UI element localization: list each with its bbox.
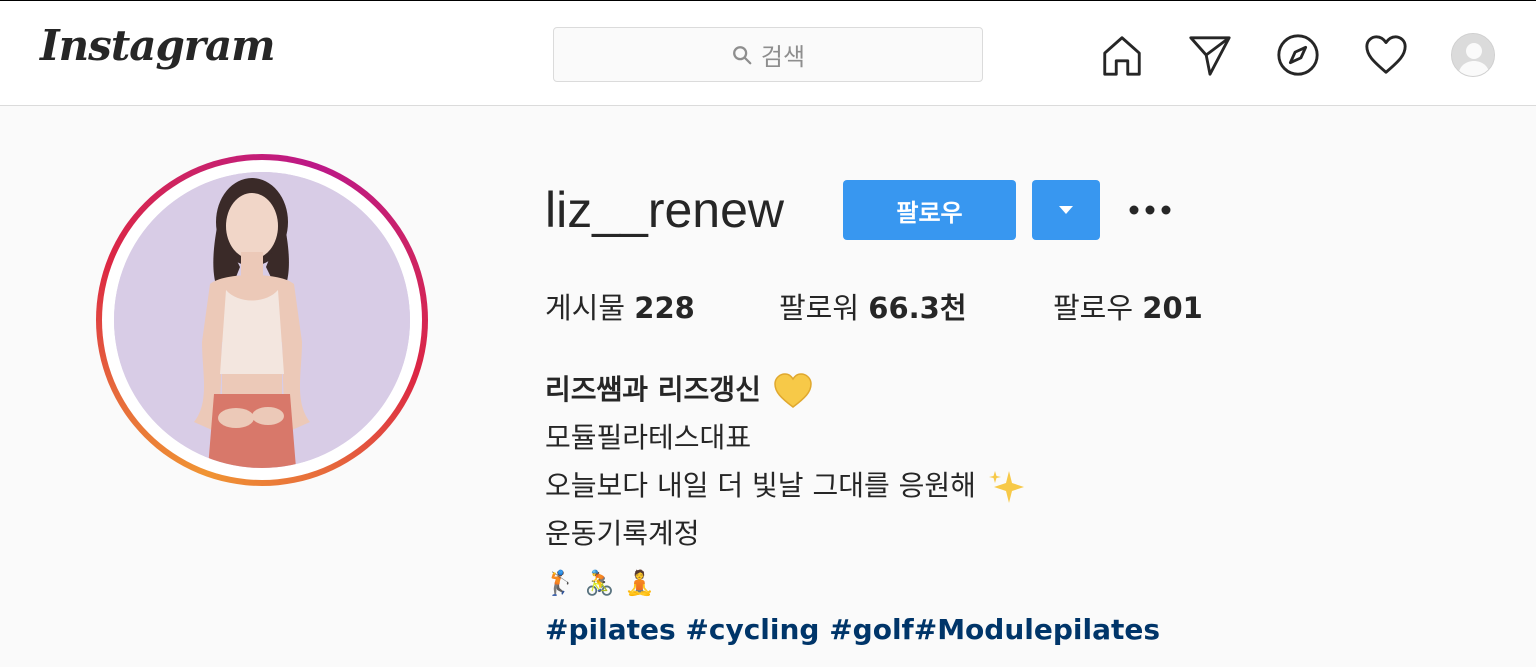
- more-options-button[interactable]: [1124, 192, 1176, 228]
- avatar-placeholder-icon: [1452, 34, 1494, 76]
- profile-avatar-icon[interactable]: [1451, 33, 1495, 77]
- bio-name-line: 리즈쌤과 리즈갱신: [545, 366, 1160, 414]
- heart-icon: [1365, 35, 1407, 74]
- suggested-accounts-dropdown-button[interactable]: [1032, 180, 1100, 240]
- yellow-heart-icon: [773, 373, 812, 408]
- sparkles-icon: [988, 471, 1024, 503]
- bio-hashtags[interactable]: #pilates #cycling #golf#Modulepilates: [545, 606, 1160, 654]
- compass-icon: [1277, 34, 1319, 76]
- following-count[interactable]: 팔로우 201: [1053, 288, 1203, 328]
- activity-heart-icon[interactable]: [1362, 31, 1410, 79]
- posts-label: 게시물: [545, 291, 626, 325]
- followers-value: 66.3천: [868, 291, 967, 325]
- direct-send-icon[interactable]: [1186, 31, 1234, 79]
- bio-line-3: 오늘보다 내일 더 빛날 그대를 응원해: [545, 462, 1160, 510]
- activity-emoji-text: 🏌🚴🧘: [545, 569, 665, 597]
- paper-plane-icon: [1189, 36, 1231, 76]
- followers-label: 팔로워: [779, 291, 860, 325]
- bio-full-name: 리즈쌤과 리즈갱신: [545, 373, 761, 406]
- home-icon[interactable]: [1098, 31, 1146, 79]
- profile-picture-story-ring[interactable]: [96, 154, 428, 486]
- followers-count[interactable]: 팔로워 66.3천: [779, 288, 967, 328]
- home-icon-glyph: [1103, 36, 1141, 76]
- bio-line-4: 운동기록계정: [545, 517, 700, 550]
- profile-photo-illustration: [114, 172, 410, 468]
- follow-button[interactable]: 팔로우: [843, 180, 1016, 240]
- posts-value: 228: [634, 291, 695, 325]
- following-label: 팔로우: [1053, 291, 1134, 325]
- following-value: 201: [1142, 291, 1203, 325]
- posts-count: 게시물 228: [545, 288, 695, 328]
- nav-icons: [0, 31, 1536, 81]
- profile-picture-border: [102, 160, 422, 480]
- bio-activity-emojis: 🏌🚴🧘: [545, 558, 1160, 606]
- top-navigation-bar: Instagram 검색: [0, 0, 1536, 106]
- profile-picture: [114, 172, 410, 468]
- bio-line-3-text: 오늘보다 내일 더 빛날 그대를 응원해: [545, 469, 976, 502]
- caret-down-icon: [1059, 206, 1073, 214]
- profile-bio: 리즈쌤과 리즈갱신 모듈필라테스대표 오늘보다 내일 더 빛날 그대를 응원해 …: [545, 366, 1160, 654]
- ellipsis-icon: [1129, 205, 1171, 215]
- explore-compass-icon[interactable]: [1274, 31, 1322, 79]
- profile-username: liz__renew: [545, 182, 785, 238]
- bio-line-2: 모듈필라테스대표: [545, 421, 752, 454]
